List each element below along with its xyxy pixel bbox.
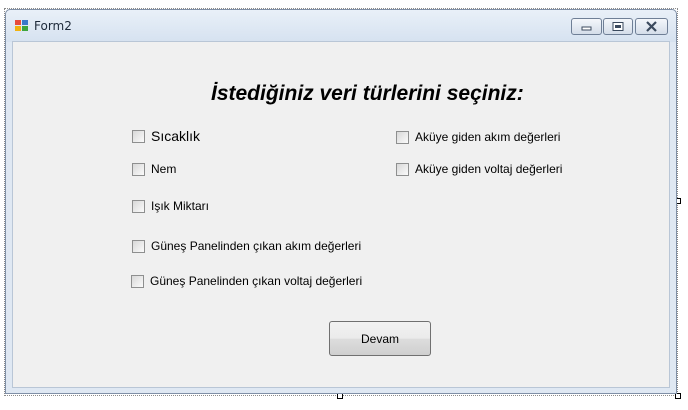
app-icon	[15, 20, 28, 31]
devam-button[interactable]: Devam	[329, 321, 431, 356]
checkbox-label: Aküye giden voltaj değerleri	[415, 162, 563, 176]
window-title: Form2	[34, 19, 72, 33]
checkbox-box[interactable]	[132, 239, 145, 253]
checkbox-sicaklik[interactable]: Sıcaklık	[132, 128, 200, 144]
minimize-icon	[581, 26, 592, 31]
checkbox-box[interactable]	[132, 162, 145, 176]
checkbox-panel-voltaj[interactable]: Güneş Panelinden çıkan voltaj değerleri	[131, 274, 362, 288]
close-icon	[646, 21, 657, 32]
checkbox-box[interactable]	[132, 129, 145, 143]
maximize-button[interactable]	[603, 18, 633, 35]
checkbox-box[interactable]	[131, 274, 144, 288]
checkbox-label: Güneş Panelinden çıkan akım değerleri	[151, 239, 362, 253]
minimize-button[interactable]	[571, 18, 602, 35]
checkbox-akuye-voltaj[interactable]: Aküye giden voltaj değerleri	[396, 162, 562, 176]
form-window: Form2 İstediğiniz veri türlerini seçiniz…	[5, 9, 677, 394]
close-button[interactable]	[635, 18, 668, 35]
checkbox-box[interactable]	[396, 162, 409, 176]
checkbox-panel-akim[interactable]: Güneş Panelinden çıkan akım değerleri	[132, 239, 361, 253]
form-client-area: İstediğiniz veri türlerini seçiniz: Sıca…	[12, 41, 670, 388]
title-bar[interactable]: Form2	[6, 10, 676, 42]
page-title: İstediğiniz veri türlerini seçiniz:	[211, 82, 524, 105]
checkbox-nem[interactable]: Nem	[132, 162, 176, 176]
checkbox-box[interactable]	[132, 199, 145, 213]
checkbox-label: Işık Miktarı	[151, 199, 210, 213]
checkbox-label: Sıcaklık	[151, 128, 201, 144]
checkbox-akuye-akim[interactable]: Aküye giden akım değerleri	[396, 130, 560, 144]
checkbox-label: Aküye giden akım değerleri	[415, 130, 561, 144]
checkbox-isik-miktari[interactable]: Işık Miktarı	[132, 199, 209, 213]
checkbox-label: Güneş Panelinden çıkan voltaj değerleri	[150, 274, 363, 288]
checkbox-box[interactable]	[396, 130, 409, 144]
maximize-icon	[612, 22, 624, 31]
checkbox-label: Nem	[151, 162, 177, 176]
